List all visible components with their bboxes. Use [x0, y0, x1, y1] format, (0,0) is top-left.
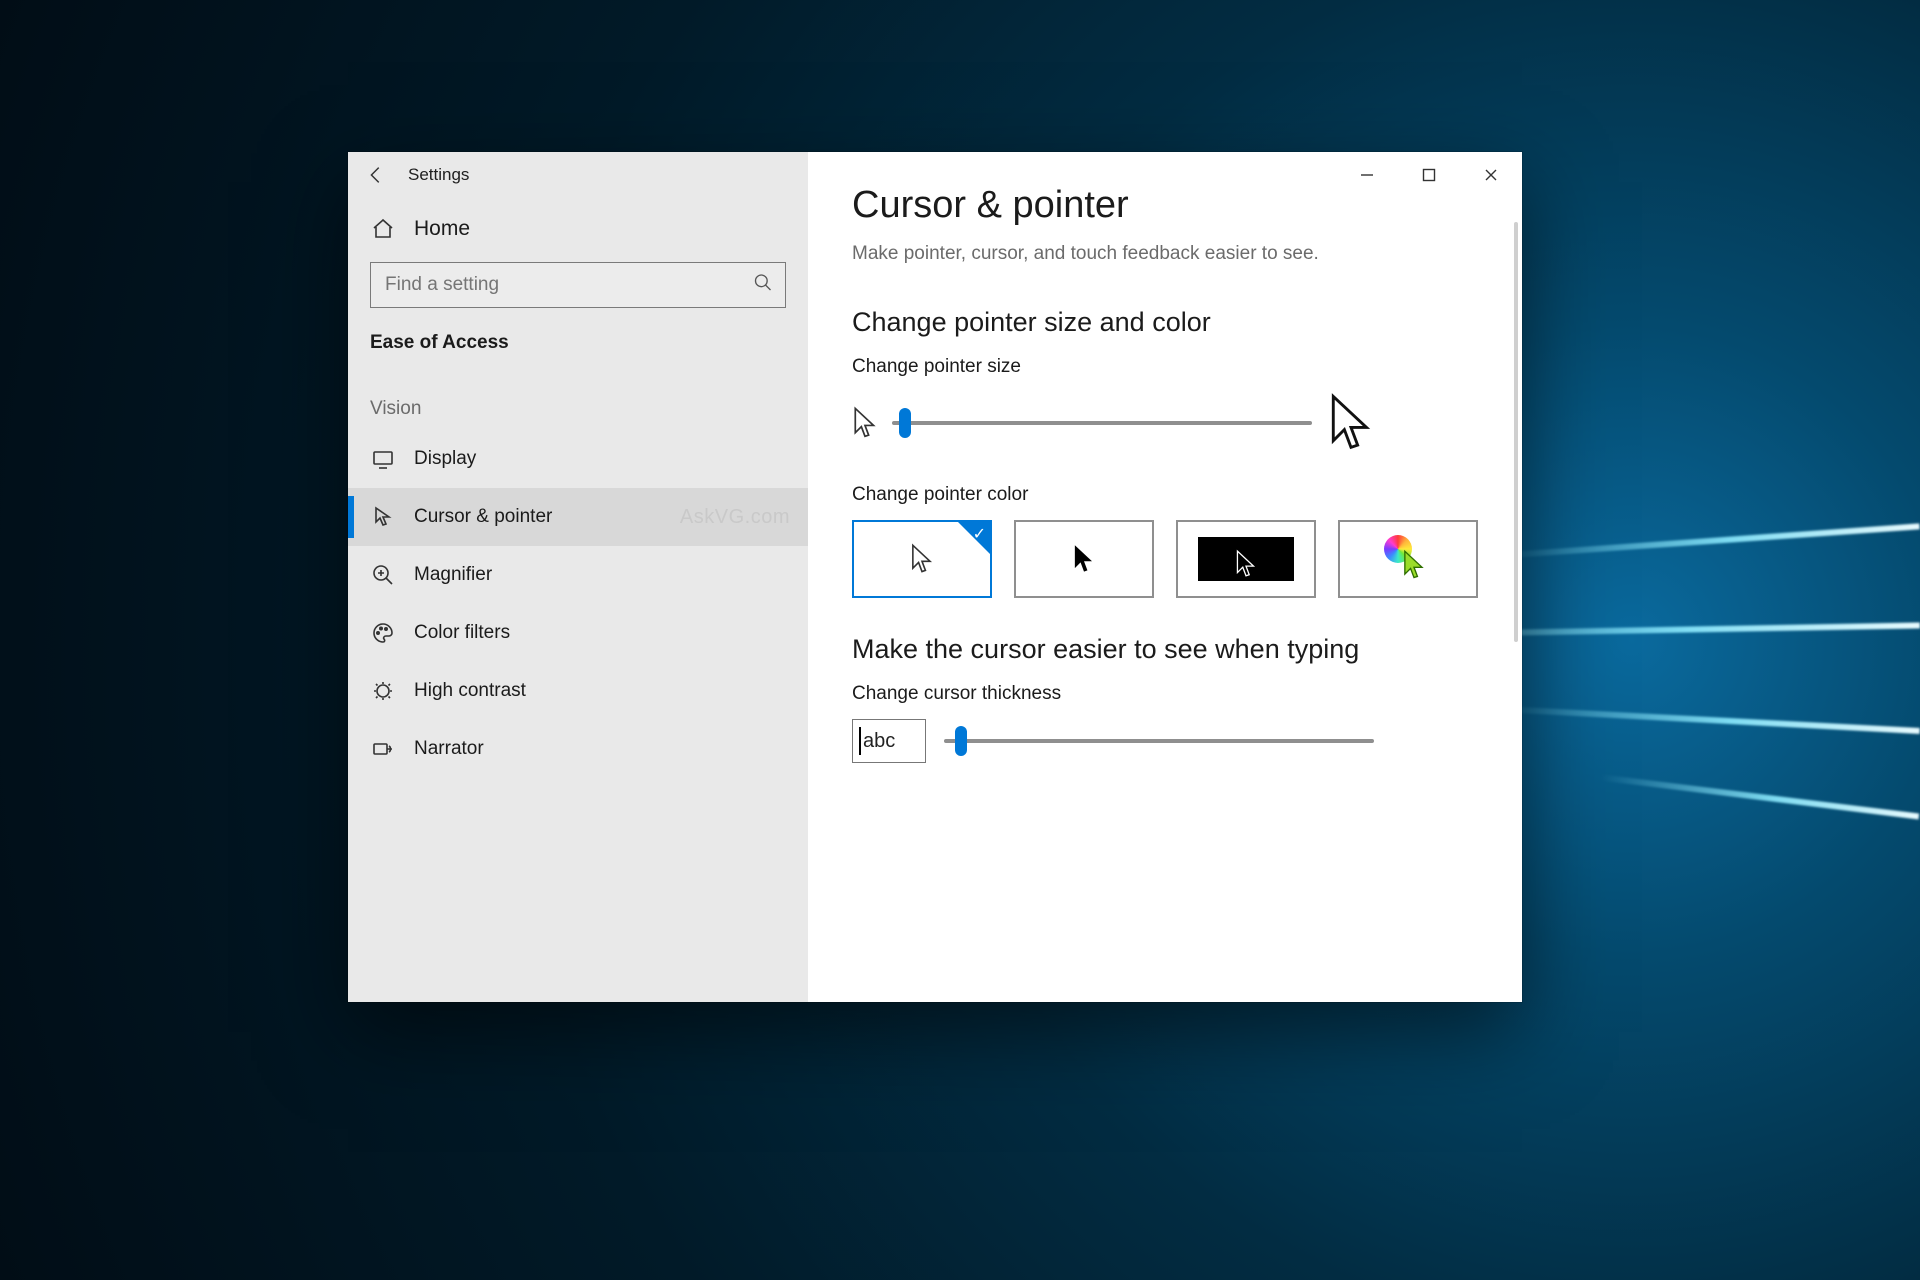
- pointer-color-white[interactable]: ✓: [852, 520, 992, 598]
- sidebar-item-label: Cursor & pointer: [414, 506, 552, 528]
- content-pane: Cursor & pointer Make pointer, cursor, a…: [808, 152, 1522, 1002]
- cursor-thickness-slider[interactable]: [944, 726, 1374, 756]
- search-box[interactable]: [370, 262, 786, 308]
- sidebar-item-color-filters[interactable]: Color filters: [348, 604, 808, 662]
- sidebar-item-narrator[interactable]: Narrator: [348, 720, 808, 778]
- caret-icon: [859, 727, 861, 755]
- pointer-color-label: Change pointer color: [852, 484, 1478, 506]
- watermark: AskVG.com: [680, 506, 790, 529]
- cursor-large-icon: [1326, 392, 1376, 454]
- maximize-button[interactable]: [1398, 152, 1460, 198]
- home-icon: [370, 216, 396, 242]
- pointer-color-black[interactable]: [1014, 520, 1154, 598]
- search-icon: [753, 273, 773, 298]
- search-input[interactable]: [371, 263, 785, 307]
- palette-icon: [370, 620, 396, 646]
- pointer-color-inverted[interactable]: [1176, 520, 1316, 598]
- pointer-size-slider[interactable]: [892, 408, 1312, 438]
- sidebar-item-label: Narrator: [414, 738, 484, 760]
- cursor-thickness-row: abc: [852, 719, 1478, 763]
- pointer-size-row: [852, 392, 1478, 454]
- display-icon: [370, 446, 396, 472]
- sidebar-item-label: Magnifier: [414, 564, 492, 586]
- cursor-small-icon: [852, 406, 878, 440]
- titlebar: Settings: [348, 152, 808, 198]
- sidebar: Settings Home Ease of Access Vision: [348, 152, 808, 1002]
- cursor-thickness-sample: abc: [863, 730, 895, 753]
- nav-list: Display Cursor & pointer AskVG.com Magni…: [348, 430, 808, 778]
- home-label: Home: [414, 217, 470, 241]
- cursor-icon: [370, 504, 396, 530]
- pointer-size-label: Change pointer size: [852, 356, 1478, 378]
- pointer-color-tiles: ✓: [852, 520, 1478, 598]
- sidebar-item-display[interactable]: Display: [348, 430, 808, 488]
- sidebar-item-label: Color filters: [414, 622, 510, 644]
- page-subtitle: Make pointer, cursor, and touch feedback…: [852, 243, 1478, 265]
- search-wrap: [348, 252, 808, 314]
- back-button[interactable]: [362, 161, 390, 189]
- cursor-thickness-preview: abc: [852, 719, 926, 763]
- scrollbar[interactable]: [1514, 222, 1518, 642]
- contrast-icon: [370, 678, 396, 704]
- section-label: Ease of Access: [348, 314, 808, 358]
- section-cursor-typing: Make the cursor easier to see when typin…: [852, 634, 1478, 665]
- cursor-thickness-label: Change cursor thickness: [852, 683, 1478, 705]
- section-pointer-size-color: Change pointer size and color: [852, 307, 1478, 338]
- sidebar-item-high-contrast[interactable]: High contrast: [348, 662, 808, 720]
- close-button[interactable]: [1460, 152, 1522, 198]
- group-label: Vision: [348, 358, 808, 430]
- magnifier-icon: [370, 562, 396, 588]
- sidebar-item-label: Display: [414, 448, 476, 470]
- pointer-color-custom[interactable]: [1338, 520, 1478, 598]
- window-controls: [1336, 152, 1522, 198]
- narrator-icon: [370, 736, 396, 762]
- sidebar-item-label: High contrast: [414, 680, 526, 702]
- sidebar-item-home[interactable]: Home: [348, 198, 808, 252]
- sidebar-item-cursor-pointer[interactable]: Cursor & pointer AskVG.com: [348, 488, 808, 546]
- app-title: Settings: [408, 165, 469, 185]
- settings-window: Settings Home Ease of Access Vision: [348, 152, 1522, 1002]
- sidebar-item-magnifier[interactable]: Magnifier: [348, 546, 808, 604]
- minimize-button[interactable]: [1336, 152, 1398, 198]
